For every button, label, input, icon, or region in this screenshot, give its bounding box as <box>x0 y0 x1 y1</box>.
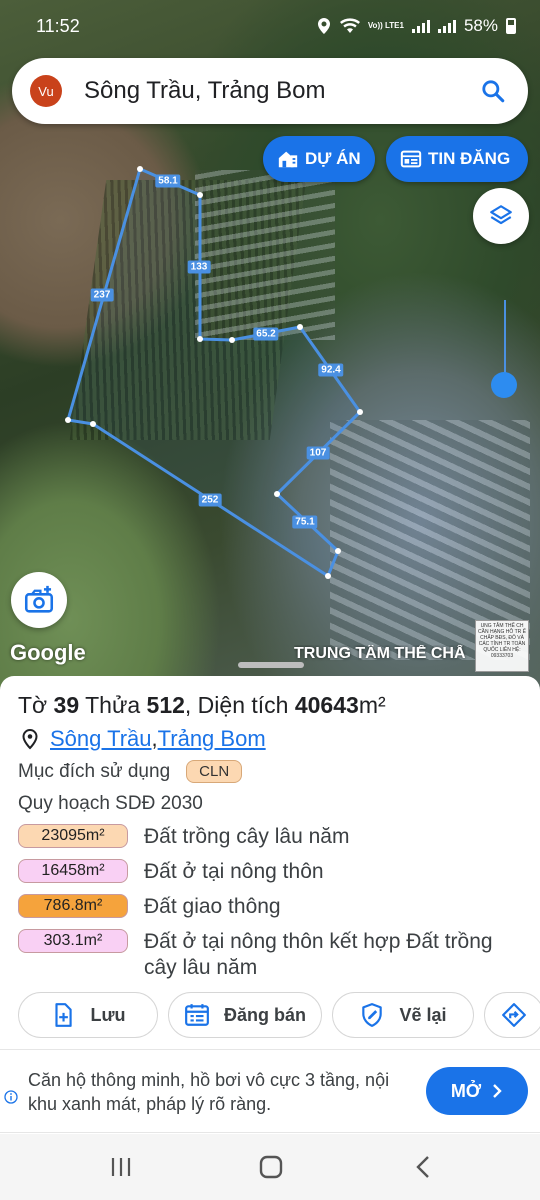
lot-label: Thửa <box>79 692 147 718</box>
redraw-button[interactable]: Vẽ lại <box>332 992 474 1038</box>
sheet-drag-handle[interactable] <box>238 662 304 668</box>
system-nav-bar <box>0 1134 540 1200</box>
signal-icon-2 <box>437 19 456 33</box>
map-view[interactable]: 58.1 133 65.2 92.4 107 75.1 252 237 11:52 Vo)) … <box>0 0 540 690</box>
projects-button-label: DỰ ÁN <box>305 149 361 168</box>
zone-row: 23095m² Đất trồng cây lâu năm <box>18 824 528 850</box>
google-logo: Google <box>10 640 86 665</box>
projects-button[interactable]: DỰ ÁN <box>263 136 375 182</box>
zone-label: Đất trồng cây lâu năm <box>144 825 350 848</box>
parcel-edge-label: 58.1 <box>155 174 181 188</box>
commune-link[interactable]: Sông Trầu <box>50 726 152 752</box>
parcel-edge-label: 133 <box>187 260 211 274</box>
lot-number: 512 <box>146 692 185 718</box>
directions-button[interactable] <box>484 992 540 1038</box>
parcel-edge-label: 75.1 <box>292 515 318 529</box>
ad-banner[interactable]: Căn hộ thông minh, hồ bơi vô cực 3 tầng,… <box>0 1049 540 1133</box>
map-watermark: TRUNG TÂM THẾ CHẤ <box>294 645 466 662</box>
purpose-label: Mục đích sử dụng <box>18 760 171 782</box>
add-photo-button[interactable] <box>11 572 67 628</box>
directions-icon <box>502 1003 526 1027</box>
location-pin-icon <box>317 18 330 34</box>
parcel-edge-label: 92.4 <box>318 363 344 377</box>
battery-icon <box>506 18 516 34</box>
sheet-label: Tờ <box>18 692 54 718</box>
search-bar[interactable]: Vu Sông Trầu, Trảng Bom <box>12 58 528 124</box>
chevron-right-icon <box>493 1084 502 1098</box>
zone-row: 16458m² Đất ở tại nông thôn <box>18 859 528 885</box>
area-label: , Diện tích <box>184 692 295 718</box>
recent-apps-button[interactable] <box>106 1152 136 1182</box>
parcel-edge-label: 237 <box>90 288 114 302</box>
back-button[interactable] <box>408 1152 438 1182</box>
zone-area-chip: 303.1m² <box>18 929 128 953</box>
calendar-list-icon <box>185 1004 209 1026</box>
layers-button[interactable] <box>473 188 529 244</box>
ad-open-button[interactable]: MỞ <box>426 1067 528 1115</box>
redraw-label: Vẽ lại <box>399 1004 447 1025</box>
district-link[interactable]: Trảng Bom <box>158 726 266 752</box>
home-icon <box>259 1155 283 1179</box>
zone-label: Đất ở tại nông thôn kết hợp Đất trồng câ… <box>144 930 493 979</box>
area-value: 40643 <box>294 692 359 718</box>
ad-text: Căn hộ thông minh, hồ bơi vô cực 3 tầng,… <box>28 1070 390 1114</box>
battery-percent: 58% <box>463 16 498 35</box>
recent-apps-icon <box>111 1158 131 1176</box>
parcel-edge-label: 65.2 <box>253 327 279 341</box>
my-location-dot <box>491 372 517 398</box>
zone-area-chip: 786.8m² <box>18 894 128 918</box>
parcel-edge-label: 107 <box>306 446 330 460</box>
zone-row: 786.8m² Đất giao thông <box>18 894 528 920</box>
add-camera-icon <box>24 585 54 613</box>
parcel-location: Sông Trầu, Trảng Bom <box>20 726 266 752</box>
search-icon[interactable] <box>480 78 506 104</box>
listings-button[interactable]: TIN ĐĂNG <box>386 136 528 182</box>
stamp-logo: UNG TÂM THẾ CH CẦN HẠNG HỖ TR Ế CHẤP BĐS… <box>475 620 529 672</box>
listings-button-label: TIN ĐĂNG <box>428 149 511 168</box>
back-icon <box>416 1156 429 1178</box>
home-button[interactable] <box>256 1152 286 1182</box>
home-building-icon <box>278 151 298 168</box>
zone-label: Đất giao thông <box>144 895 281 918</box>
status-bar: 11:52 Vo)) LTE1 58% <box>0 0 540 52</box>
signal-icon <box>411 19 430 33</box>
search-input[interactable]: Sông Trầu, Trảng Bom <box>84 77 480 105</box>
save-button-label: Lưu <box>90 1004 126 1025</box>
purpose-badge: CLN <box>186 760 243 783</box>
avatar[interactable]: Vu <box>30 75 62 107</box>
shield-pen-icon <box>362 1003 383 1027</box>
status-icons: Vo)) LTE1 58% <box>316 16 516 36</box>
newspaper-icon <box>400 150 422 168</box>
post-for-sale-label: Đăng bán <box>223 1004 306 1025</box>
status-time: 11:52 <box>36 15 80 36</box>
land-use-purpose: Mục đích sử dụng CLN <box>18 760 243 783</box>
area-unit: m² <box>358 692 386 718</box>
parcel-title: Tờ 39 Thửa 512, Diện tích 40643m² <box>18 692 386 719</box>
zone-row: 303.1m² Đất ở tại nông thôn kết hợp Đất … <box>18 929 528 981</box>
layers-icon <box>490 205 512 225</box>
wifi-icon <box>339 18 360 33</box>
ad-info-icon[interactable] <box>4 1090 18 1104</box>
location-pin-icon <box>22 728 38 750</box>
volte-icon: Vo)) LTE1 <box>367 21 404 30</box>
action-buttons: Lưu Đăng bán Vẽ lại <box>18 992 540 1038</box>
save-button[interactable]: Lưu <box>18 992 158 1038</box>
post-for-sale-button[interactable]: Đăng bán <box>168 992 322 1038</box>
sheet-number: 39 <box>53 692 80 718</box>
ad-open-label: MỞ <box>450 1080 482 1101</box>
zone-area-chip: 23095m² <box>18 824 128 848</box>
zone-label: Đất ở tại nông thôn <box>144 860 324 883</box>
add-file-icon <box>55 1003 73 1027</box>
planning-title: Quy hoạch SDĐ 2030 <box>18 793 203 814</box>
parcel-info-sheet: Tờ 39 Thửa 512, Diện tích 40643m² Sông T… <box>0 676 540 1048</box>
parcel-edge-label: 252 <box>198 493 222 507</box>
zone-area-chip: 16458m² <box>18 859 128 883</box>
